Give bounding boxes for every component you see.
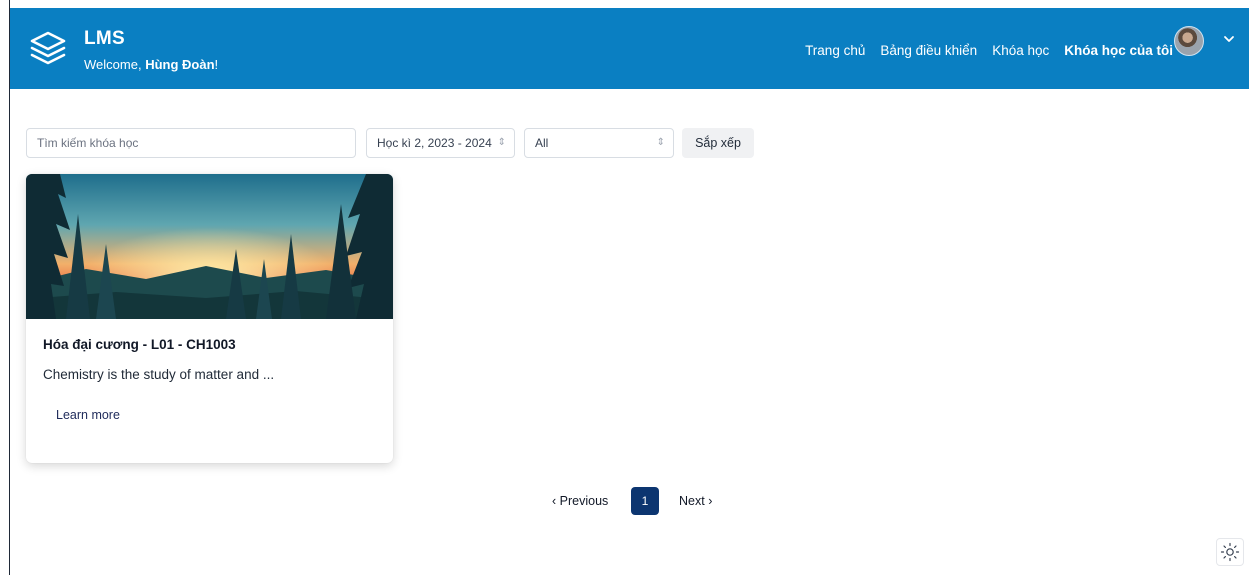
nav-item-home[interactable]: Trang chủ [805, 43, 865, 58]
course-description: Chemistry is the study of matter and ... [43, 367, 275, 382]
next-page-button[interactable]: Next › [679, 487, 712, 515]
category-select[interactable]: All ⇕ [524, 128, 674, 158]
previous-page-button[interactable]: ‹ Previous [552, 487, 608, 515]
semester-select[interactable]: Học kì 2, 2023 - 2024 ⇕ [366, 128, 515, 158]
next-label: Next [679, 494, 705, 508]
sort-button[interactable]: Sắp xếp [682, 128, 754, 158]
app-header: LMS Welcome, Hùng Đoàn! Trang chủ Bảng đ… [10, 8, 1249, 89]
nav-item-my-courses[interactable]: Khóa học của tôi [1064, 43, 1173, 58]
user-avatar[interactable] [1174, 26, 1204, 56]
course-search-input[interactable] [26, 128, 356, 158]
course-thumbnail-image[interactable] [26, 174, 393, 319]
brand-title: LMS [84, 28, 126, 49]
select-arrows-icon: ⇕ [495, 129, 506, 157]
chevron-down-icon[interactable] [1222, 32, 1236, 46]
page-number-button[interactable]: 1 [631, 487, 659, 515]
nav-item-dashboard[interactable]: Bảng điều khiển [880, 43, 977, 58]
semester-select-value: Học kì 2, 2023 - 2024 [377, 136, 492, 150]
sun-icon [1220, 542, 1240, 562]
select-arrows-icon: ⇕ [654, 129, 665, 157]
theme-toggle-button[interactable] [1216, 538, 1244, 566]
previous-label: Previous [559, 494, 609, 508]
chevron-left-icon: ‹ [552, 494, 557, 508]
window-frame-top [0, 0, 1249, 8]
course-title[interactable]: Hóa đại cương - L01 - CH1003 [43, 337, 236, 352]
user-name: Hùng Đoàn [145, 57, 215, 72]
welcome-message: Welcome, Hùng Đoàn! [84, 57, 218, 72]
welcome-prefix: Welcome, [84, 57, 142, 72]
chevron-right-icon: › [708, 494, 713, 508]
course-card[interactable]: Hóa đại cương - L01 - CH1003 Chemistry i… [26, 174, 393, 463]
nav-item-courses[interactable]: Khóa học [992, 43, 1049, 58]
top-nav: Trang chủ Bảng điều khiển Khóa học Khóa … [805, 43, 1173, 58]
learn-more-link[interactable]: Learn more [56, 408, 120, 422]
category-select-value: All [535, 136, 549, 150]
window-frame-left [0, 0, 10, 575]
layers-logo-icon[interactable] [28, 28, 68, 68]
welcome-suffix: ! [214, 57, 219, 72]
